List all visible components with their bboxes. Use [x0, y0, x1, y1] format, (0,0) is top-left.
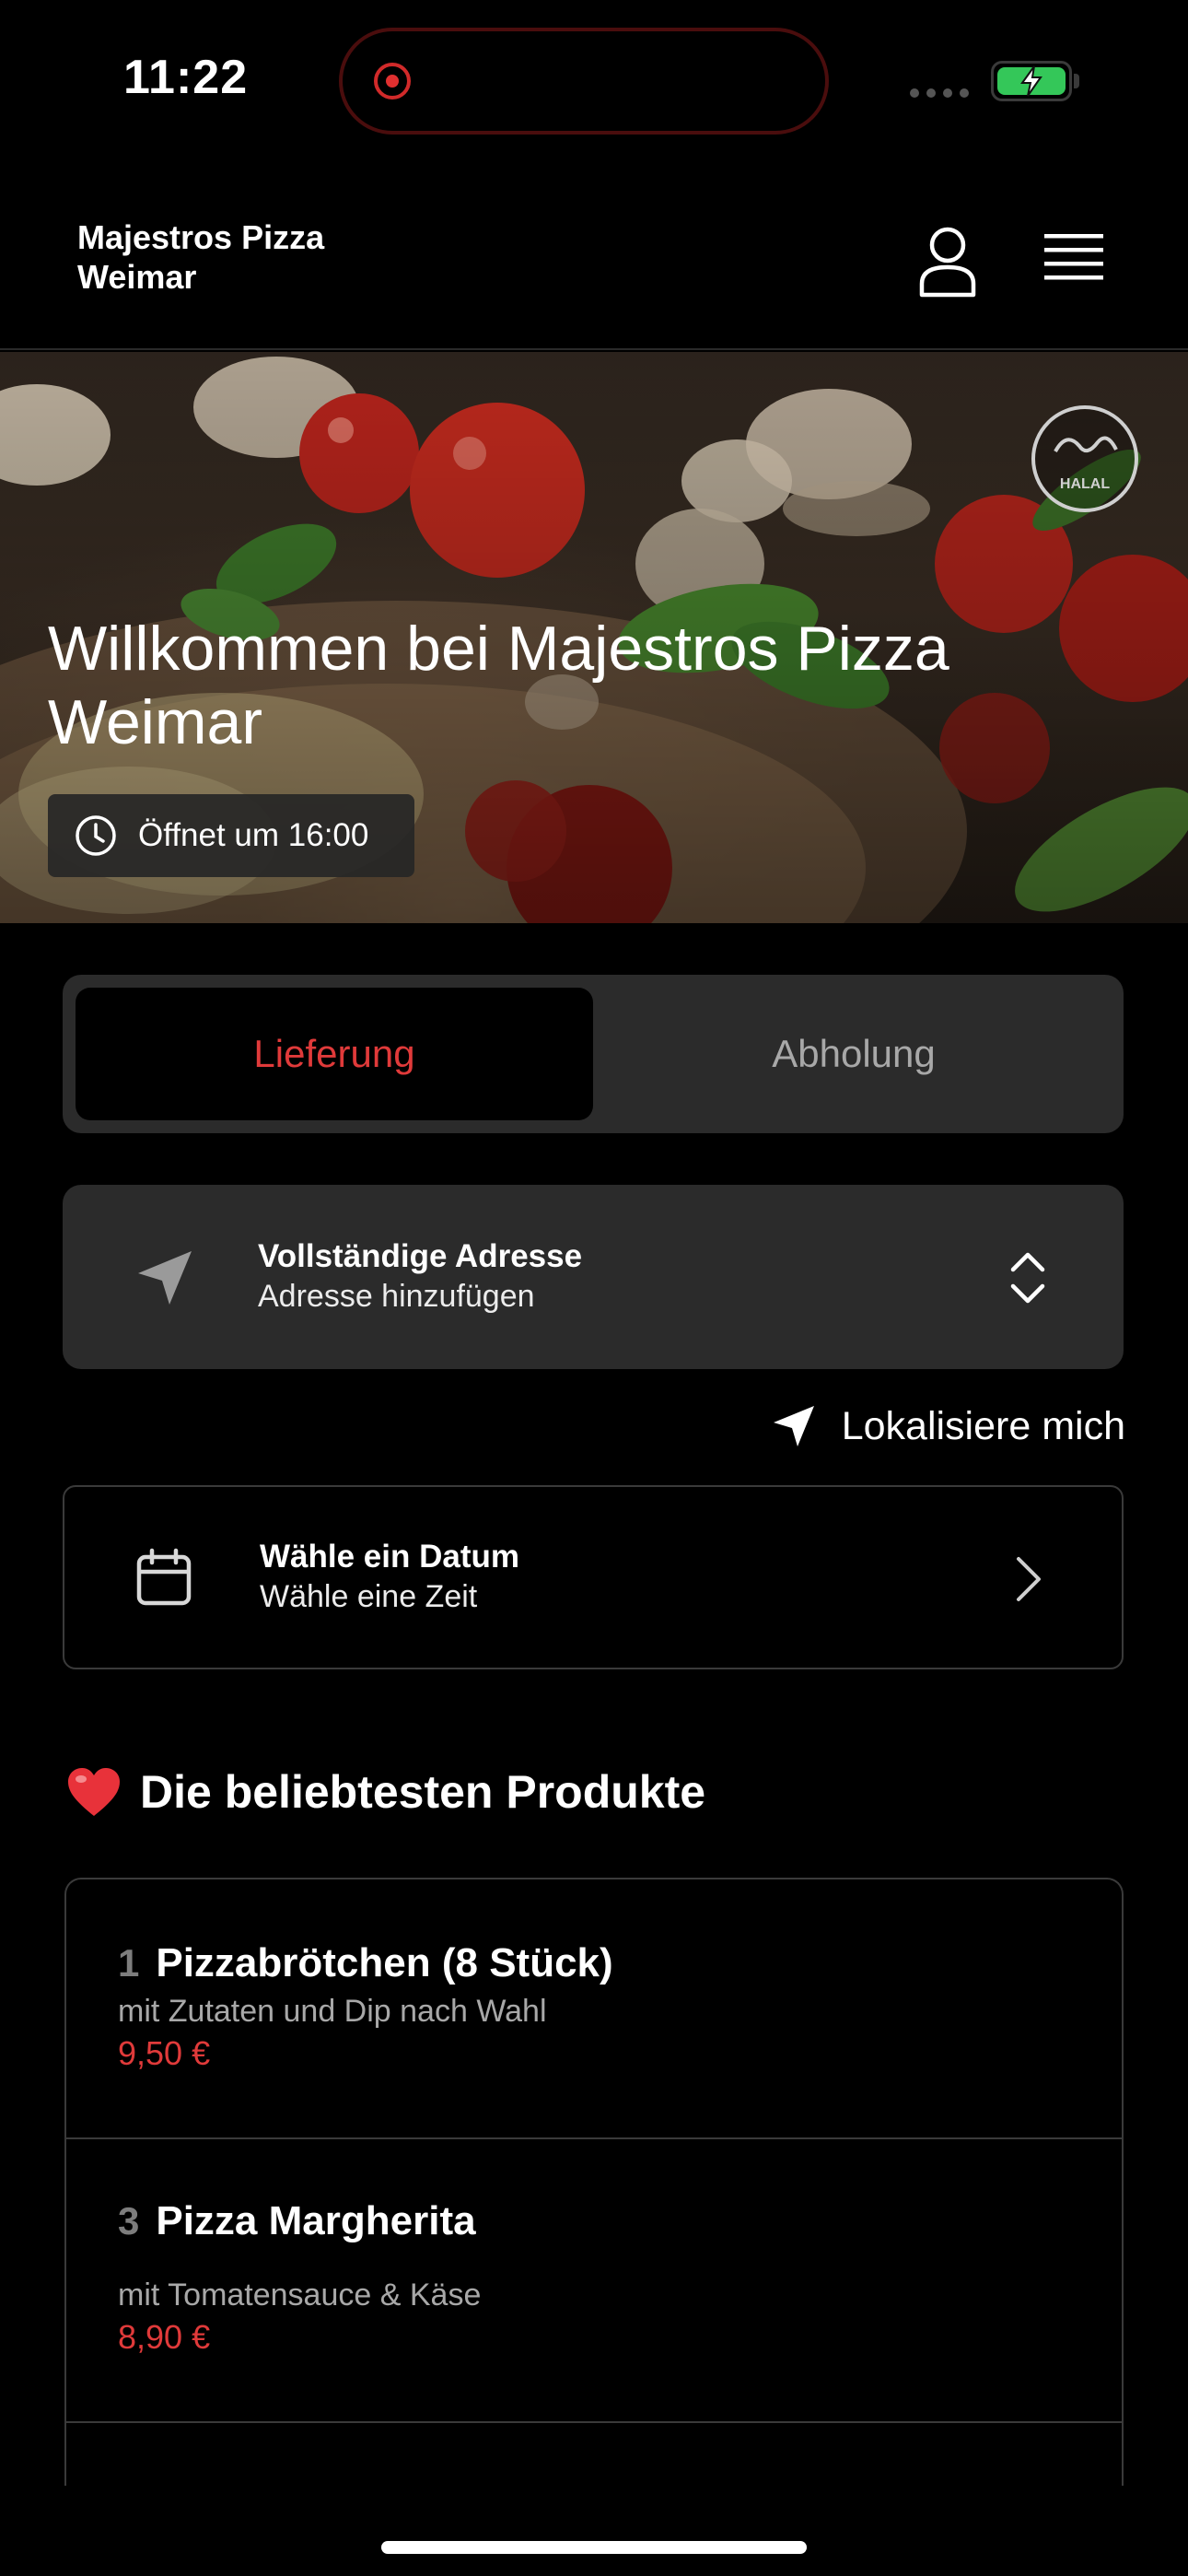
time-subtitle: Wähle eine Zeit [260, 1579, 478, 1614]
locate-me-button[interactable]: Lokalisiere mich [748, 1393, 1125, 1459]
home-indicator[interactable] [381, 2541, 807, 2554]
product-description: mit Zutaten und Dip nach Wahl [118, 1994, 547, 2029]
product-item[interactable]: 1 Pizzabrötchen (8 Stück) mit Zutaten un… [66, 1879, 1122, 2139]
order-mode-toggle: Lieferung Abholung [63, 975, 1124, 1133]
chevron-right-icon [1017, 1557, 1041, 1601]
locate-me-label: Lokalisiere mich [841, 1403, 1125, 1448]
brand-line-1: Majestros Pizza [77, 218, 325, 256]
tab-delivery[interactable]: Lieferung [76, 988, 593, 1120]
location-arrow-icon [773, 1406, 814, 1446]
product-item[interactable]: 3 Pizza Margherita mit Tomatensauce & Kä… [66, 2139, 1122, 2423]
address-subtitle: Adresse hinzufügen [258, 1279, 535, 1314]
product-name: Pizza Margherita [156, 2198, 476, 2243]
halal-badge-icon: HALAL [1031, 405, 1138, 512]
recording-indicator-icon [374, 63, 411, 100]
tab-pickup[interactable]: Abholung [595, 988, 1112, 1120]
location-arrow-icon [138, 1251, 192, 1305]
clock-icon [76, 815, 116, 856]
opening-hours-text: Öffnet um 16:00 [138, 817, 369, 853]
brand-line-2: Weimar [77, 258, 197, 296]
product-number: 3 [118, 2199, 140, 2242]
address-title: Vollständige Adresse [258, 1238, 583, 1274]
welcome-title: Willkommen bei Majestros Pizza Weimar [48, 614, 949, 757]
status-bar: 11:22 [0, 0, 1188, 175]
product-number: 1 [118, 1941, 140, 1985]
hero-banner: HALAL Willkommen bei Majestros Pizza Wei… [0, 352, 1188, 923]
battery-tip [1074, 74, 1079, 88]
menu-icon[interactable] [1044, 230, 1103, 287]
date-title: Wähle ein Datum [260, 1539, 519, 1575]
restaurant-name[interactable]: Majestros Pizza Weimar [77, 217, 446, 297]
status-time: 11:22 [123, 51, 249, 104]
app-header: Majestros Pizza Weimar [0, 175, 1188, 350]
opening-hours-badge: Öffnet um 16:00 [48, 794, 414, 877]
date-time-selector[interactable]: Wähle ein Datum Wähle eine Zeit [63, 1485, 1124, 1669]
chevron-up-down-icon [1010, 1252, 1045, 1304]
signal-icon [910, 88, 969, 98]
popular-products-title: Die beliebtesten Produkte [140, 1766, 706, 1818]
product-price: 9,50 € [118, 2034, 211, 2072]
calendar-icon [136, 1548, 192, 1606]
product-name: Pizzabrötchen (8 Stück) [156, 1940, 613, 1985]
halal-label: HALAL [1060, 476, 1110, 492]
user-icon[interactable] [917, 225, 978, 299]
popular-products-heading: Die beliebtesten Produkte [66, 1765, 705, 1819]
product-description: mit Tomatensauce & Käse [118, 2277, 482, 2313]
address-selector[interactable]: Vollständige Adresse Adresse hinzufügen [63, 1185, 1124, 1369]
product-list: 1 Pizzabrötchen (8 Stück) mit Zutaten un… [64, 1878, 1124, 2486]
dynamic-island [339, 28, 829, 135]
product-item-partial[interactable] [66, 2423, 1122, 2486]
heart-icon [68, 1768, 120, 1816]
product-price: 8,90 € [118, 2318, 211, 2356]
battery-icon [991, 61, 1072, 101]
